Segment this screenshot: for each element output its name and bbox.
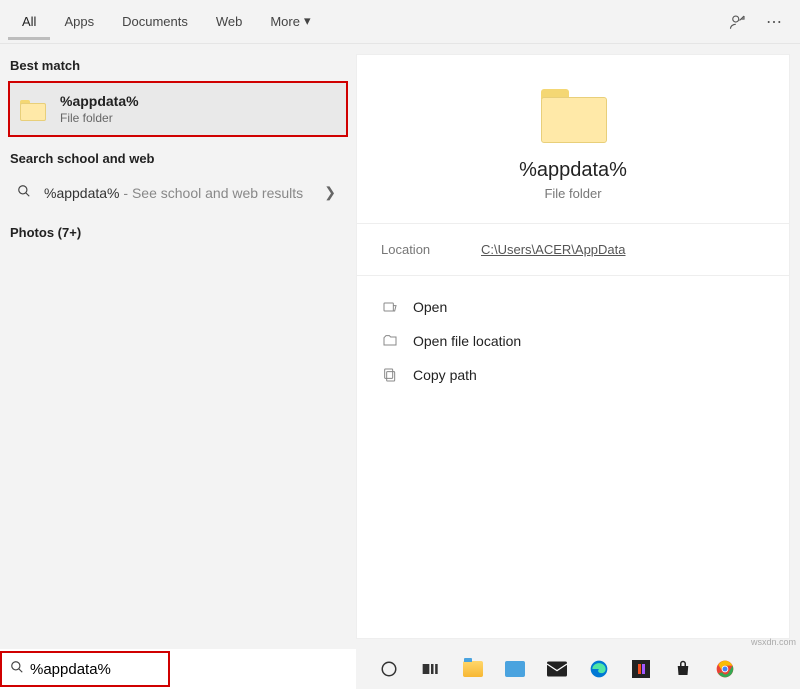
action-copy-path-label: Copy path — [413, 367, 477, 383]
web-result-query: %appdata% — [44, 185, 120, 201]
mail-icon[interactable] — [544, 656, 570, 682]
folder-icon — [535, 83, 611, 145]
app-icon[interactable] — [502, 656, 528, 682]
action-open-label: Open — [413, 299, 447, 315]
task-view-icon[interactable] — [418, 656, 444, 682]
search-box[interactable] — [0, 651, 170, 687]
detail-hero: %appdata% File folder — [357, 55, 789, 224]
open-location-icon — [381, 332, 399, 350]
web-result-hint: - See school and web results — [120, 185, 304, 201]
search-tabs: All Apps Documents Web More ▾ ⋯ — [0, 0, 800, 44]
action-open-location-label: Open file location — [413, 333, 521, 349]
action-open-location[interactable]: Open file location — [381, 324, 765, 358]
actions-list: Open Open file location Copy path — [357, 276, 789, 406]
file-explorer-icon[interactable] — [460, 656, 486, 682]
store-icon[interactable] — [670, 656, 696, 682]
open-icon — [381, 298, 399, 316]
watermark: wsxdn.com — [751, 637, 796, 647]
chevron-down-icon: ▾ — [304, 13, 311, 29]
best-match-result[interactable]: %appdata% File folder — [8, 81, 348, 137]
web-result-row[interactable]: %appdata% - See school and web results ❯ — [0, 174, 356, 211]
taskbar-icons — [356, 656, 738, 682]
feedback-icon[interactable] — [720, 4, 756, 40]
best-match-title: %appdata% — [60, 93, 139, 109]
photos-label: Photos (7+) — [0, 211, 356, 248]
tab-more[interactable]: More ▾ — [256, 3, 324, 40]
detail-title: %appdata% — [519, 159, 627, 182]
best-match-label: Best match — [0, 44, 356, 81]
copy-icon — [381, 366, 399, 384]
best-match-subtitle: File folder — [60, 111, 139, 125]
location-label: Location — [381, 242, 481, 257]
detail-subtitle: File folder — [544, 186, 601, 201]
action-open[interactable]: Open — [381, 290, 765, 324]
action-copy-path[interactable]: Copy path — [381, 358, 765, 392]
search-icon — [10, 660, 24, 679]
search-input[interactable] — [30, 661, 229, 678]
tab-apps[interactable]: Apps — [50, 4, 108, 40]
chevron-right-icon[interactable]: ❯ — [318, 184, 342, 201]
web-result-text: %appdata% - See school and web results — [44, 185, 318, 201]
taskbar — [0, 649, 800, 689]
search-icon — [14, 184, 34, 201]
tab-more-label: More — [270, 14, 300, 29]
results-panel: Best match %appdata% File folder Search … — [0, 44, 356, 649]
cortana-icon[interactable] — [376, 656, 402, 682]
folder-icon — [20, 98, 48, 120]
more-options-icon[interactable]: ⋯ — [756, 4, 792, 40]
tab-documents[interactable]: Documents — [108, 4, 202, 40]
search-web-label: Search school and web — [0, 137, 356, 174]
location-link[interactable]: C:\Users\ACER\AppData — [481, 242, 626, 257]
figma-icon[interactable] — [628, 656, 654, 682]
tab-web[interactable]: Web — [202, 4, 257, 40]
location-row: Location C:\Users\ACER\AppData — [357, 224, 789, 276]
chrome-icon[interactable] — [712, 656, 738, 682]
tab-all[interactable]: All — [8, 4, 50, 40]
edge-icon[interactable] — [586, 656, 612, 682]
detail-panel: %appdata% File folder Location C:\Users\… — [356, 54, 790, 639]
